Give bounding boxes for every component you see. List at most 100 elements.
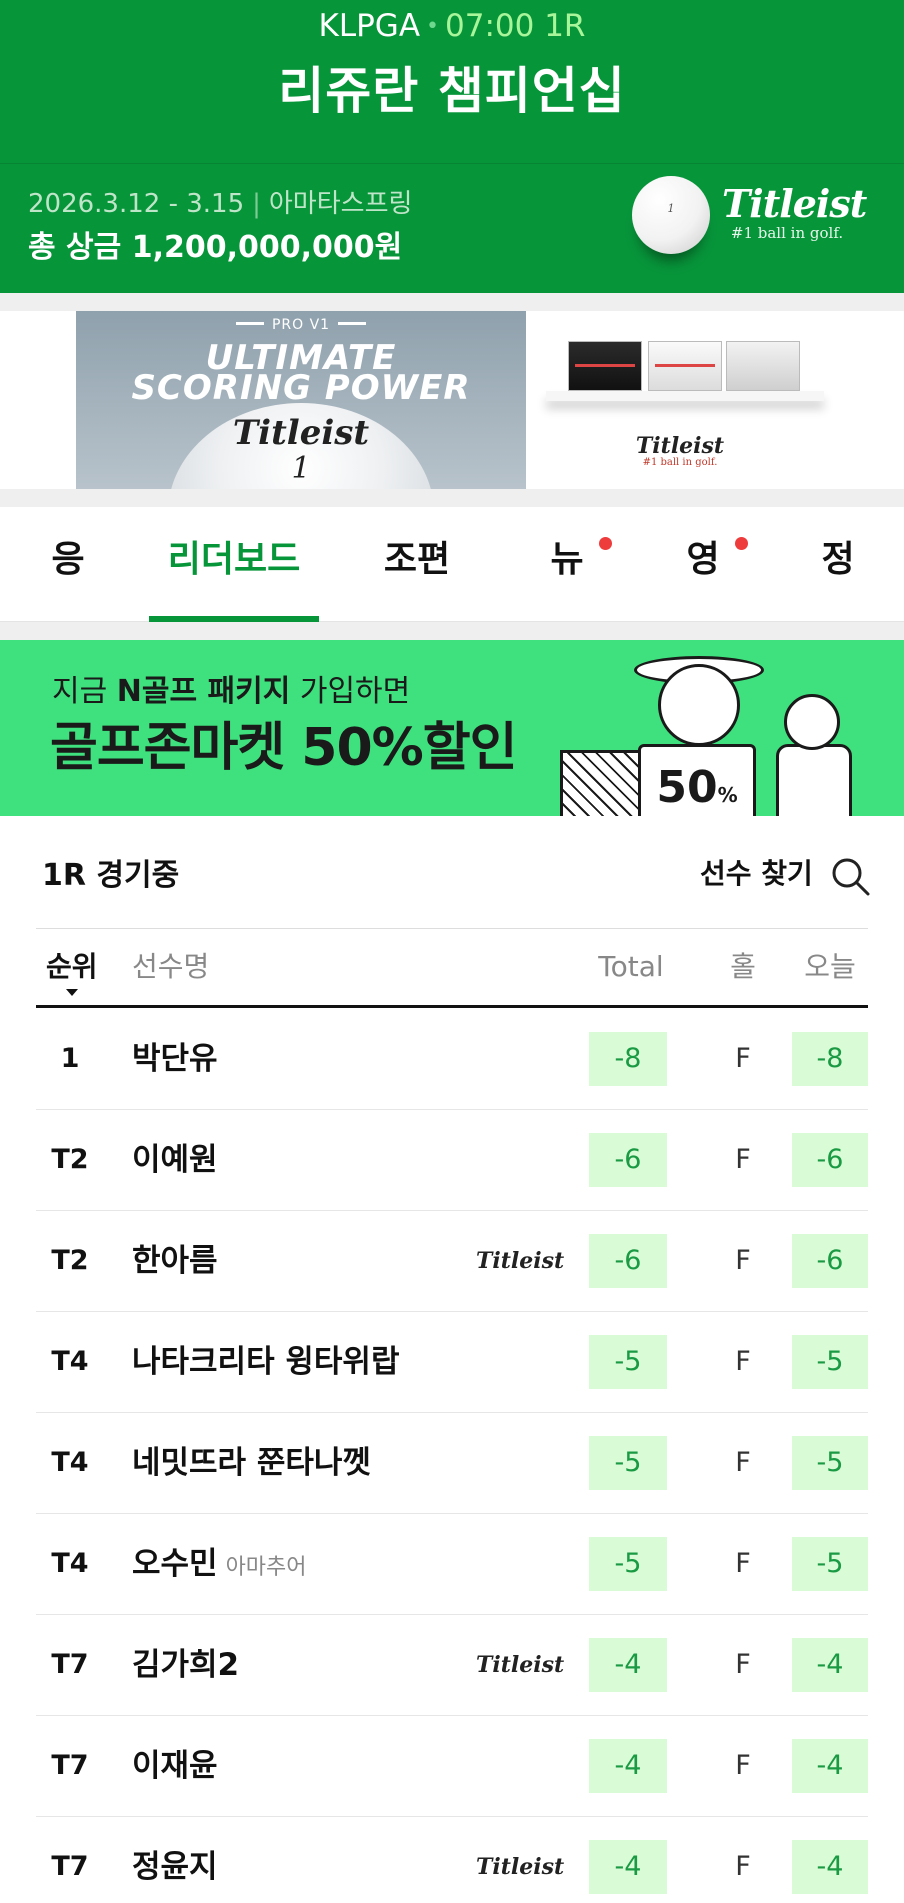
today-score: -6 — [792, 1133, 868, 1187]
hole-status: F — [735, 1548, 751, 1579]
ad-banner[interactable]: PRO V1 ULTIMATE SCORING POWER Titleist 1… — [0, 311, 904, 489]
player-rank: T7 — [51, 1851, 89, 1882]
player-name[interactable]: 나타크리타 윙타위랍 — [132, 1312, 399, 1412]
tab-cheer[interactable]: 응원 — [36, 507, 100, 686]
round-status: 1R 경기중 — [42, 858, 180, 893]
player-rank: T4 — [51, 1346, 89, 1377]
ad-headline-2: SCORING POWER — [131, 368, 471, 408]
tab-pairings[interactable]: 조편성 — [368, 507, 466, 686]
tab-info[interactable]: 정보 — [805, 507, 871, 686]
ad-brand-wordmark: Titleist — [635, 433, 725, 459]
total-score: -8 — [589, 1032, 667, 1086]
player-name[interactable]: 한아름 — [132, 1211, 218, 1311]
hole-status: F — [735, 1750, 751, 1781]
player-rank: T4 — [51, 1548, 89, 1579]
total-score: -5 — [589, 1335, 667, 1389]
table-row[interactable]: 1 박단유 -8 F -8 — [36, 1009, 868, 1110]
promo-package-name: N골프 패키지 — [116, 674, 291, 709]
player-name[interactable]: 이재윤 — [132, 1716, 218, 1816]
today-score: -6 — [792, 1234, 868, 1288]
total-score: -6 — [589, 1234, 667, 1288]
table-row[interactable]: T2 이예원 -6 F -6 — [36, 1110, 868, 1211]
total-score: -5 — [589, 1436, 667, 1490]
hole-status: F — [735, 1043, 751, 1074]
today-score: -5 — [792, 1436, 868, 1490]
today-score: -8 — [792, 1032, 868, 1086]
section-gap — [0, 293, 904, 311]
table-row[interactable]: T7 정윤지 Titleist -4 F -4 — [36, 1817, 868, 1903]
player-name[interactable]: 이예원 — [132, 1110, 218, 1210]
sort-down-icon — [66, 989, 78, 996]
col-name: 선수명 — [132, 950, 210, 983]
table-row[interactable]: T4 오수민 아마추어 -5 F -5 — [36, 1514, 868, 1615]
today-score: -5 — [792, 1335, 868, 1389]
ball-box-white — [648, 341, 722, 391]
sponsor-logo: Titleist — [476, 1248, 565, 1274]
tour-name: KLPGA — [318, 8, 421, 44]
player-rank: T2 — [51, 1144, 89, 1175]
table-row[interactable]: T7 이재윤 -4 F -4 — [36, 1716, 868, 1817]
search-icon[interactable] — [830, 856, 872, 898]
player-name[interactable]: 네밋뜨라 쭌타나껫 — [132, 1413, 371, 1513]
table-row[interactable]: T4 네밋뜨라 쭌타나껫 -5 F -5 — [36, 1413, 868, 1514]
tournament-info: 2026.3.12 - 3.15 | 아마타스프링 총 상금 1,200,000,0… — [0, 163, 904, 293]
ad-product: PRO V1 — [76, 317, 526, 333]
promo-line-1: 지금 N골프 패키지 가입하면 — [52, 672, 410, 712]
hole-status: F — [735, 1245, 751, 1276]
tab-news[interactable]: 뉴스 — [534, 507, 612, 686]
player-name-cell[interactable]: 오수민 아마추어 — [132, 1514, 307, 1614]
sponsor-logo: Titleist — [476, 1854, 565, 1880]
today-score: -4 — [792, 1739, 868, 1793]
hole-status: F — [735, 1851, 751, 1882]
today-score: -4 — [792, 1638, 868, 1692]
basket-illustration — [560, 750, 650, 816]
product-shelf — [546, 391, 824, 401]
sponsor-wordmark: Titleist — [722, 181, 867, 226]
player-name: 오수민 — [132, 1546, 218, 1582]
total-score: -4 — [589, 1840, 667, 1894]
today-score: -4 — [792, 1840, 868, 1894]
promo-banner[interactable]: 지금 N골프 패키지 가입하면 골프존마켓 50%할인 50% — [0, 640, 904, 816]
news-new-badge — [599, 537, 612, 550]
col-today: 오늘 — [804, 950, 856, 983]
table-row[interactable]: T7 김가희2 Titleist -4 F -4 — [36, 1615, 868, 1716]
hole-status: F — [735, 1144, 751, 1175]
golf-ball-image: 1 — [632, 176, 710, 254]
golfer-illustration — [658, 664, 740, 746]
player-name[interactable]: 김가희2 — [132, 1615, 239, 1715]
table-row[interactable]: T4 나타크리타 윙타위랍 -5 F -5 — [36, 1312, 868, 1413]
total-score: -6 — [589, 1133, 667, 1187]
tournament-header: KLPGA • 07:00 1R 리쥬란 챔피언십 — [0, 0, 904, 163]
tab-label: 리더보드 — [167, 539, 301, 580]
ad-brand-logo: Titleist #1 ball in golf. — [620, 435, 740, 468]
hole-status: F — [735, 1649, 751, 1680]
col-rank[interactable]: 순위 — [46, 929, 98, 1005]
discount-sign-value: 50 — [656, 762, 718, 813]
section-gap — [0, 489, 904, 507]
sponsor-logo[interactable]: Titleist #1 ball in golf. — [722, 181, 867, 243]
sponsor-logo: Titleist — [476, 1652, 565, 1678]
player-name[interactable]: 박단유 — [132, 1009, 218, 1109]
tab-leaderboard[interactable]: 리더보드 — [149, 507, 319, 622]
prize-money: 총 상금 1,200,000,000원 — [28, 230, 403, 265]
promo-line-1-suffix: 가입하면 — [290, 674, 411, 709]
promo-line-1-prefix: 지금 — [52, 674, 117, 709]
total-score: -4 — [589, 1638, 667, 1692]
player-rank: T7 — [51, 1750, 89, 1781]
ad-ball-number: 1 — [291, 451, 311, 486]
ad-ball-logo: Titleist — [232, 413, 370, 453]
ad-image[interactable]: PRO V1 ULTIMATE SCORING POWER Titleist 1 — [76, 311, 526, 489]
ad-headline: ULTIMATE SCORING POWER — [76, 341, 526, 408]
total-score: -5 — [589, 1537, 667, 1591]
leaderboard-header: 순위 선수명 Total 홀 오늘 — [36, 928, 868, 1008]
tournament-dates: 2026.3.12 - 3.15 — [28, 189, 245, 219]
player-name[interactable]: 정윤지 — [132, 1817, 218, 1903]
table-row[interactable]: T2 한아름 Titleist -6 F -6 — [36, 1211, 868, 1312]
tournament-title: 리쥬란 챔피언십 — [278, 62, 626, 120]
player-rank: 1 — [60, 1043, 80, 1074]
tab-video[interactable]: 영상 — [670, 507, 748, 686]
video-new-badge — [735, 537, 748, 550]
player-rank: T4 — [51, 1447, 89, 1478]
find-player-button[interactable]: 선수 찾기 — [700, 852, 813, 896]
hole-status: F — [735, 1346, 751, 1377]
